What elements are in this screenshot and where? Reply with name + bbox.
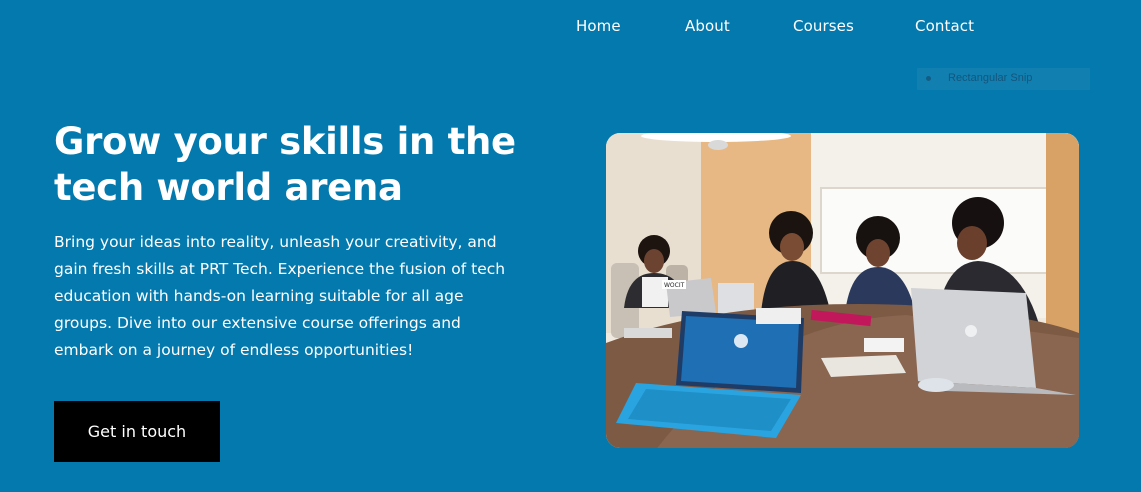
hero-photo: WOCIT (606, 133, 1079, 448)
nav-about-link[interactable]: About (685, 17, 730, 35)
hero-description-line: Bring your ideas into reality, unleash y… (54, 233, 497, 251)
nav-home-link[interactable]: Home (576, 17, 621, 35)
hero-title-line: Grow your skills in the (54, 120, 516, 163)
hero-description-line: gain fresh skills at PRT Tech. Experienc… (54, 260, 506, 278)
main-nav: Home About Courses Contact (0, 0, 1141, 52)
photo-sticker-label: WOCIT (664, 282, 685, 289)
meeting-illustration: WOCIT (606, 133, 1079, 448)
nav-contact-link[interactable]: Contact (915, 17, 974, 35)
hero-description: Bring your ideas into reality, unleash y… (54, 229, 534, 364)
get-in-touch-button[interactable]: Get in touch (54, 401, 220, 462)
hero-description-line: embark on a journey of endless opportuni… (54, 341, 414, 359)
hero-title-line: tech world arena (54, 166, 403, 209)
rectangular-snip-overlay[interactable]: Rectangular Snip (917, 68, 1090, 90)
hero-description-line: education with hands-on learning suitabl… (54, 287, 464, 305)
snip-dot-icon (926, 76, 931, 81)
snip-label: Rectangular Snip (948, 72, 1033, 84)
hero-description-line: groups. Dive into our extensive course o… (54, 314, 461, 332)
nav-courses-link[interactable]: Courses (793, 17, 854, 35)
hero-title: Grow your skills in the tech world arena (54, 119, 574, 211)
